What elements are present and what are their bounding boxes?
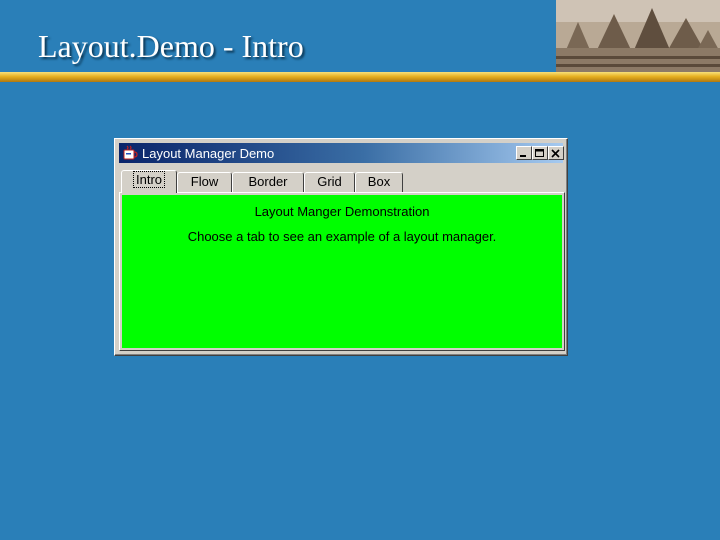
tab-label: Box	[367, 174, 391, 189]
minimize-icon	[520, 155, 526, 157]
tab-border[interactable]: Border	[232, 172, 304, 192]
intro-panel: Layout Manger Demonstration Choose a tab…	[122, 195, 562, 348]
window-title-bar[interactable]: Layout Manager Demo	[119, 143, 564, 163]
tab-label: Border	[248, 174, 288, 189]
window-title: Layout Manager Demo	[142, 146, 275, 161]
close-button[interactable]	[548, 146, 564, 160]
tab-label: Grid	[317, 174, 342, 189]
maximize-button[interactable]	[532, 146, 548, 160]
close-icon	[551, 149, 560, 158]
tab-box[interactable]: Box	[355, 172, 403, 192]
title-rule	[0, 72, 720, 82]
layout-manager-window: Layout Manager Demo Intro Flow Border Gr…	[114, 138, 568, 356]
tab-grid[interactable]: Grid	[304, 172, 355, 192]
panel-heading: Layout Manger Demonstration	[254, 204, 430, 219]
tab-content-panel: Layout Manger Demonstration Choose a tab…	[119, 192, 565, 351]
slide-title: Layout.Demo - Intro	[38, 28, 304, 64]
panel-message: Choose a tab to see an example of a layo…	[187, 229, 497, 244]
java-app-icon[interactable]	[122, 145, 138, 161]
tab-label: Flow	[190, 174, 219, 189]
tab-intro[interactable]: Intro	[121, 170, 177, 193]
tab-label: Intro	[132, 171, 166, 188]
temple-photo	[556, 0, 720, 72]
minimize-button[interactable]	[516, 146, 532, 160]
maximize-icon	[535, 149, 544, 157]
tab-flow[interactable]: Flow	[177, 172, 232, 192]
